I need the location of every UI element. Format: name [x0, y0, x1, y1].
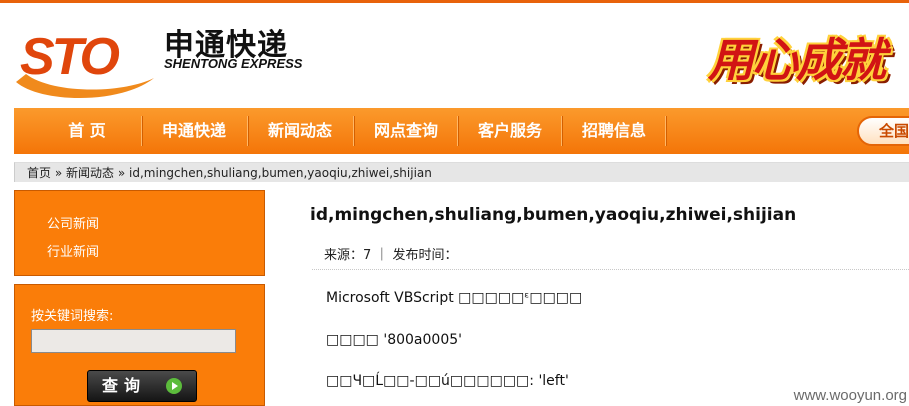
- watermark: www.wooyun.org: [793, 387, 907, 404]
- breadcrumb-home[interactable]: 首页: [27, 166, 51, 180]
- slogan-text: 用心成就: [708, 33, 886, 87]
- sidebar-item-company-news[interactable]: 公司新闻: [47, 211, 264, 239]
- nav-item-home[interactable]: 首 页: [34, 108, 140, 154]
- top-accent-line: [0, 0, 909, 3]
- nav-divider: [665, 116, 666, 146]
- sidebar-item-industry-news[interactable]: 行业新闻: [47, 239, 264, 267]
- article-line: Microsoft VBScript □□□□□ᵋ□□□□: [326, 290, 583, 306]
- nav-item-sto-express[interactable]: 申通快递: [142, 108, 246, 154]
- nav-item-jobs[interactable]: 招聘信息: [562, 108, 666, 154]
- play-arrow-icon: [166, 378, 182, 394]
- nav-item-customer-service[interactable]: 客户服务: [458, 108, 562, 154]
- article-meta: 来源：7 ｜ 发布时间：: [312, 244, 909, 270]
- news-category-panel: 公司新闻 行业新闻: [14, 190, 265, 276]
- keyword-search-panel: 按关键词搜索: 查询: [14, 284, 265, 406]
- nav-item-news[interactable]: 新闻动态: [248, 108, 352, 154]
- article-title: id,mingchen,shuliang,bumen,yaoqiu,zhiwei…: [310, 205, 797, 225]
- nav-item-branch-query[interactable]: 网点查询: [354, 108, 458, 154]
- breadcrumb-separator: »: [117, 166, 126, 180]
- search-input[interactable]: [31, 329, 236, 353]
- article-line: □□□□ '800a0005': [326, 332, 462, 348]
- logo-english-name: SHENTONG EXPRESS: [164, 56, 303, 71]
- breadcrumb-news[interactable]: 新闻动态: [66, 166, 114, 180]
- search-button-label: 查询: [102, 376, 147, 395]
- search-label: 按关键词搜索:: [31, 309, 114, 324]
- search-button[interactable]: 查询: [87, 370, 197, 402]
- main-nav: 首 页 申通快递 新闻动态 网点查询 客户服务 招聘信息 全国: [14, 108, 909, 154]
- slogan-banner: 用心成就: [698, 20, 909, 100]
- breadcrumb-current: id,mingchen,shuliang,bumen,yaoqiu,zhiwei…: [129, 166, 432, 180]
- breadcrumb-separator: »: [54, 166, 63, 180]
- sto-swoosh-icon: STO: [16, 28, 154, 99]
- svg-text:STO: STO: [20, 28, 120, 86]
- breadcrumb: 首页 » 新闻动态 » id,mingchen,shuliang,bumen,y…: [14, 162, 909, 182]
- sto-logo[interactable]: STO 申通快递 SHENTONG EXPRESS: [12, 8, 322, 104]
- nationwide-button[interactable]: 全国: [857, 116, 909, 146]
- article-line: □□Ч□Ĺ□□-□□ú□□□□□□: 'left': [326, 373, 569, 389]
